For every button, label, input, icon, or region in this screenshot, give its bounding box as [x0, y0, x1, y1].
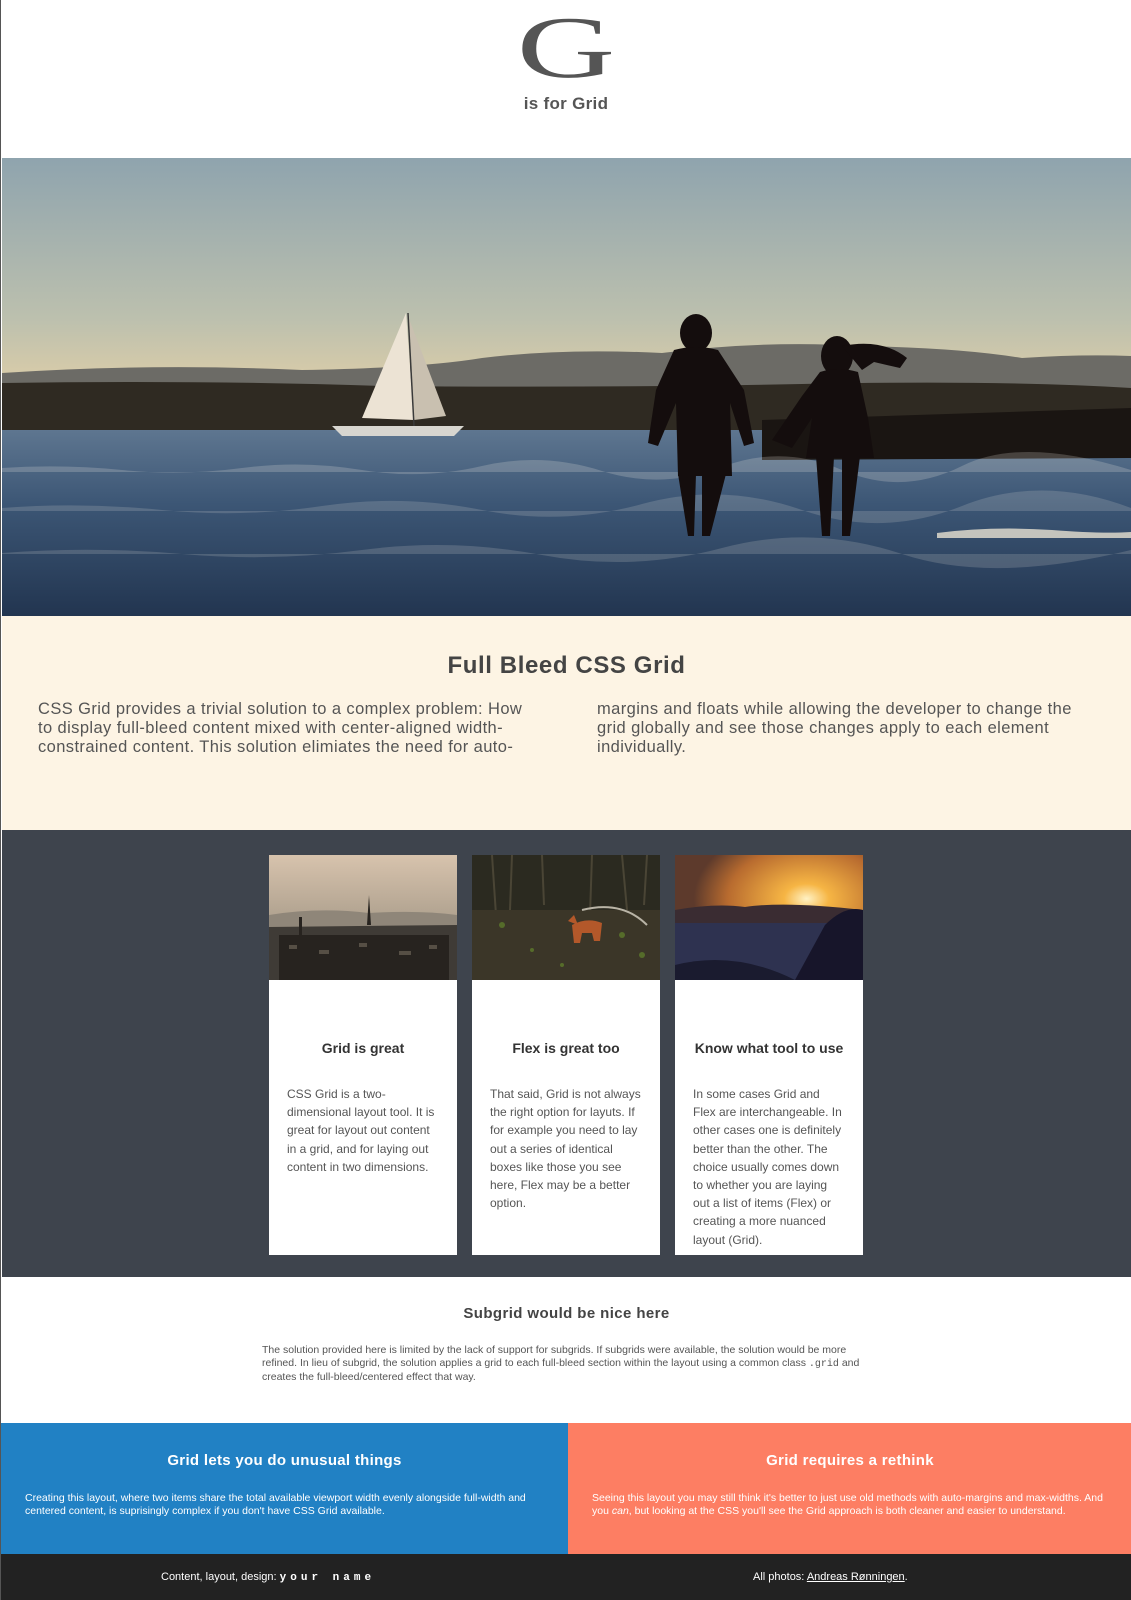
card-grid-is-great: Grid is great CSS Grid is a two-dimensio…: [269, 855, 457, 1255]
card-flex-is-great-too: Flex is great too That said, Grid is not…: [472, 855, 660, 1255]
footer: Content, layout, design: your name All p…: [1, 1554, 1131, 1600]
panel-body: Seeing this layout you may still think i…: [592, 1492, 1112, 1517]
intro-title: Full Bleed CSS Grid: [447, 652, 686, 679]
footer-credit: Content, layout, design: your name: [161, 1571, 375, 1584]
panel-body: Creating this layout, where two items sh…: [25, 1492, 526, 1517]
hero-image: [2, 158, 1131, 616]
fox-in-forest-photo-icon: [472, 855, 660, 980]
card-body: In some cases Grid and Flex are intercha…: [693, 1087, 842, 1247]
city-skyline-photo-icon: [269, 855, 457, 980]
subgrid-section: Subgrid would be nice here The solution …: [2, 1277, 1131, 1423]
masthead: G is for Grid: [1, 0, 1131, 158]
card-title: Know what tool to use: [694, 1040, 844, 1056]
card-body: That said, Grid is not always the right …: [490, 1087, 641, 1211]
sunset-coast-photo-icon: [675, 855, 863, 980]
page: G is for Grid Full Bleed CSS Grid CSS Gr…: [0, 0, 1131, 1600]
subgrid-title: Subgrid would be nice here: [463, 1305, 670, 1322]
subgrid-body: The solution provided here is limited by…: [262, 1344, 862, 1384]
card-body: CSS Grid is a two-dimensional layout too…: [287, 1087, 435, 1174]
panel-title: Grid lets you do unusual things: [167, 1452, 402, 1469]
panel-unusual-things: Grid lets you do unusual things Creating…: [1, 1423, 568, 1554]
card-title: Grid is great: [321, 1040, 405, 1056]
panel-body-after: , but looking at the CSS you'll see the …: [628, 1504, 1066, 1517]
subgrid-body-before: The solution provided here is limited by…: [262, 1344, 847, 1369]
panel-requires-rethink: Grid requires a rethink Seeing this layo…: [568, 1423, 1131, 1554]
cards-section: Grid is great CSS Grid is a two-dimensio…: [2, 830, 1131, 1277]
photographer-link[interactable]: Andreas Rønningen: [807, 1571, 905, 1583]
intro-section: Full Bleed CSS Grid CSS Grid provides a …: [2, 616, 1131, 830]
card-title: Flex is great too: [512, 1040, 620, 1056]
credit-name: your name: [279, 1572, 376, 1584]
panel-title: Grid requires a rethink: [766, 1452, 934, 1469]
footer-photos: All photos: Andreas Rønningen.: [753, 1571, 908, 1583]
hero-photo-icon: [2, 158, 1131, 616]
photos-label: All photos:: [753, 1571, 807, 1583]
credit-label: Content, layout, design:: [161, 1571, 280, 1583]
photos-end: .: [904, 1571, 908, 1583]
logo-letter: G: [516, 0, 616, 97]
tagline: is for Grid: [523, 94, 609, 113]
intro-body: CSS Grid provides a trivial solution to …: [38, 700, 1072, 756]
panel-body-emphasis: can: [611, 1504, 629, 1517]
grid-class-code: .grid: [808, 1358, 839, 1370]
card-know-what-tool-to-use: Know what tool to use In some cases Grid…: [675, 855, 863, 1255]
